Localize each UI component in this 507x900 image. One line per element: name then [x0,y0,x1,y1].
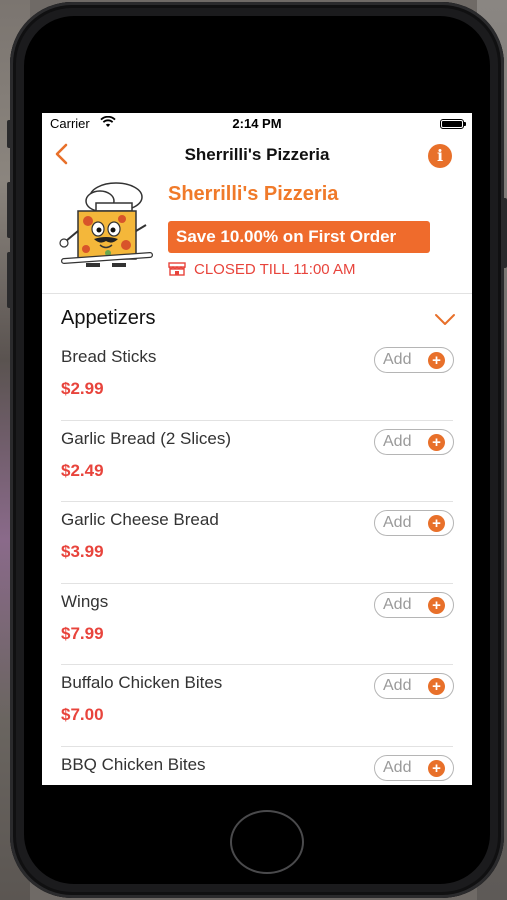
item-price: $2.99 [61,379,104,398]
item-name: Garlic Bread (2 Slices) [61,428,232,448]
restaurant-logo [59,182,153,267]
menu-item: Wings $7.99 Add + [42,584,472,665]
add-button[interactable]: Add + [374,428,454,455]
item-price: $3.99 [61,542,104,561]
store-icon [168,262,186,276]
item-name: Buffalo Chicken Bites [61,673,223,692]
page-title: Sherrilli's Pizzeria [184,145,330,164]
menu-list: Bread Sticks $2.99 Add + Garlic Bread (2… [42,339,472,785]
add-label: Add [383,677,412,694]
add-button[interactable]: Add + [374,754,454,781]
menu-item: BBQ Chicken Bites Add + [42,747,472,786]
app-screen: Carrier 2:14 PM Sherrilli's Pizzeria i S… [42,113,472,785]
item-price: $7.99 [61,623,104,643]
add-label: Add [383,351,412,368]
add-button[interactable]: Add + [374,510,454,536]
navigation-bar: Sherrilli's Pizzeria i [42,137,472,173]
section-header-appetizers[interactable]: Appetizers [42,299,472,339]
info-button[interactable]: i [428,144,452,168]
battery-icon [440,119,466,129]
plus-icon: + [428,759,445,777]
power-button [502,198,507,268]
plus-icon: + [428,352,445,369]
header-divider [42,293,472,294]
add-button[interactable]: Add + [374,673,454,699]
add-label: Add [383,758,412,776]
promo-badge: Save 10.00% on First Order [168,221,430,253]
status-bar: Carrier 2:14 PM [42,113,472,133]
clock: 2:14 PM [232,116,282,131]
item-name: BBQ Chicken Bites [61,754,206,774]
home-button[interactable] [230,810,304,874]
menu-item: Buffalo Chicken Bites $7.00 Add + [42,665,472,747]
add-label: Add [383,595,412,613]
plus-icon: + [428,596,445,614]
plus-icon: + [428,678,445,695]
plus-icon: + [428,515,445,532]
chevron-down-icon[interactable] [434,313,456,327]
menu-item: Garlic Cheese Bread $3.99 Add + [42,502,472,584]
item-price: $7.00 [61,705,104,724]
add-button[interactable]: Add + [374,347,454,373]
menu-item: Garlic Bread (2 Slices) $2.49 Add + [42,421,472,502]
section-title: Appetizers [61,307,156,329]
item-name: Bread Sticks [61,347,157,366]
add-label: Add [383,432,412,450]
item-name: Garlic Cheese Bread [61,510,219,529]
open-status-label: CLOSED TILL 11:00 AM [194,261,356,278]
open-status: CLOSED TILL 11:00 AM [168,261,355,278]
plus-icon: + [428,433,445,451]
volume-up-button [7,182,12,238]
volume-down-button [7,252,12,308]
info-icon: i [436,146,444,165]
add-label: Add [383,514,412,531]
mute-switch [7,120,12,148]
restaurant-name: Sherrilli's Pizzeria [168,183,339,205]
add-button[interactable]: Add + [374,591,454,618]
item-name: Wings [61,591,109,611]
menu-item: Bread Sticks $2.99 Add + [42,339,472,421]
item-price: $2.49 [61,460,104,480]
